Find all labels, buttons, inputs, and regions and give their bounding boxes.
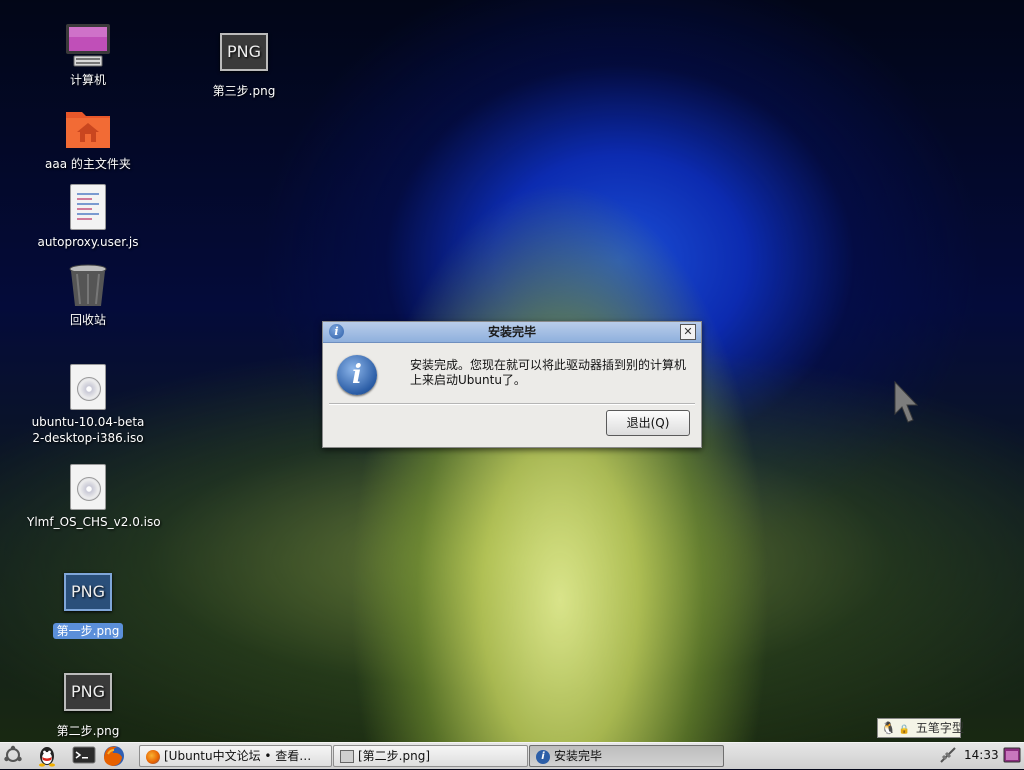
desktop-icon-ubuntu-iso[interactable]: ubuntu-10.04-beta2-desktop-i386.iso	[23, 362, 153, 446]
desktop-icon-label: Ylmf_OS_CHS_v2.0.iso	[27, 515, 161, 529]
ime-indicator[interactable]: 🐧 🔒 五笔字型	[877, 718, 964, 738]
home-folder-icon	[64, 106, 112, 154]
image-file-icon: PNG	[64, 673, 112, 721]
task-label: [第二步.png]	[358, 749, 431, 763]
image-viewer-icon	[340, 750, 354, 763]
desktop-icon-home-folder[interactable]: aaa 的主文件夹	[23, 106, 153, 172]
desktop-icon-computer[interactable]: 计算机	[23, 22, 153, 88]
info-icon: i	[536, 749, 550, 764]
image-file-icon: PNG	[220, 33, 268, 81]
trash-icon	[64, 262, 112, 310]
desktop-icon-label: 回收站	[69, 313, 106, 327]
install-complete-dialog: i 安装完毕 ✕ i 安装完成。您现在就可以将此驱动器插到别的计算机上来启动Ub…	[322, 321, 702, 448]
desktop-icon-autoproxy[interactable]: autoproxy.user.js	[23, 182, 153, 250]
taskbar: [Ubuntu中文论坛 • 查看… [第二步.png] i 安装完毕 14:33	[0, 742, 1024, 769]
info-icon: i	[337, 355, 377, 395]
qq-icon[interactable]	[35, 745, 59, 767]
desktop-icon-trash[interactable]: 回收站	[23, 262, 153, 328]
desktop-icon-step3[interactable]: PNG 第三步.png	[179, 26, 309, 99]
lock-icon: 🔒	[898, 725, 911, 735]
info-icon: i	[329, 324, 344, 339]
png-thumbnail: PNG	[64, 573, 112, 611]
network-icon[interactable]	[938, 745, 958, 765]
task-label: [Ubuntu中文论坛 • 查看…	[164, 749, 312, 763]
ime-label: 五笔字型	[915, 721, 964, 735]
desktop-icon-label: ubuntu-10.04-beta2-desktop-i386.iso	[31, 415, 145, 445]
quit-button[interactable]: 退出(Q)	[606, 410, 690, 436]
show-desktop-icon[interactable]	[1002, 745, 1022, 765]
clock[interactable]: 14:33	[964, 745, 999, 765]
penguin-icon: 🐧	[881, 721, 896, 735]
desktop-icon-label: autoproxy.user.js	[37, 235, 139, 249]
desktop-icon-label: 计算机	[69, 73, 106, 87]
task-install-complete[interactable]: i 安装完毕	[529, 745, 724, 767]
terminal-icon[interactable]	[72, 745, 96, 765]
desktop-icon-label: 第三步.png	[212, 84, 276, 98]
dialog-title: 安装完毕	[487, 325, 536, 339]
main-menu-icon[interactable]	[3, 745, 23, 765]
desktop-icon-step1[interactable]: PNG 第一步.png	[23, 566, 153, 639]
computer-icon	[64, 22, 112, 70]
image-file-icon: PNG	[64, 573, 112, 621]
task-image-viewer[interactable]: [第二步.png]	[333, 745, 528, 767]
desktop-icon-label: 第二步.png	[56, 724, 120, 738]
png-thumbnail: PNG	[220, 33, 268, 71]
script-file-icon	[64, 184, 112, 232]
disc-image-icon	[64, 364, 112, 412]
task-label: 安装完毕	[554, 749, 603, 763]
dialog-titlebar[interactable]: i 安装完毕 ✕	[323, 322, 701, 343]
mouse-cursor-icon	[893, 380, 919, 427]
desktop-icon-label: 第一步.png	[52, 623, 124, 639]
close-button[interactable]: ✕	[680, 324, 696, 340]
png-thumbnail: PNG	[64, 673, 112, 711]
desktop-icon-label: aaa 的主文件夹	[45, 157, 131, 171]
desktop-icon-ylmf-iso[interactable]: Ylmf_OS_CHS_v2.0.iso	[23, 462, 161, 530]
desktop-icon-step2[interactable]: PNG 第二步.png	[23, 666, 153, 739]
task-firefox-forum[interactable]: [Ubuntu中文论坛 • 查看…	[139, 745, 332, 767]
disc-image-icon	[64, 464, 112, 512]
dialog-message: 安装完成。您现在就可以将此驱动器插到别的计算机上来启动Ubuntu了。	[410, 358, 687, 387]
dialog-separator	[329, 403, 695, 405]
firefox-icon	[146, 749, 160, 764]
firefox-icon[interactable]	[102, 745, 126, 766]
